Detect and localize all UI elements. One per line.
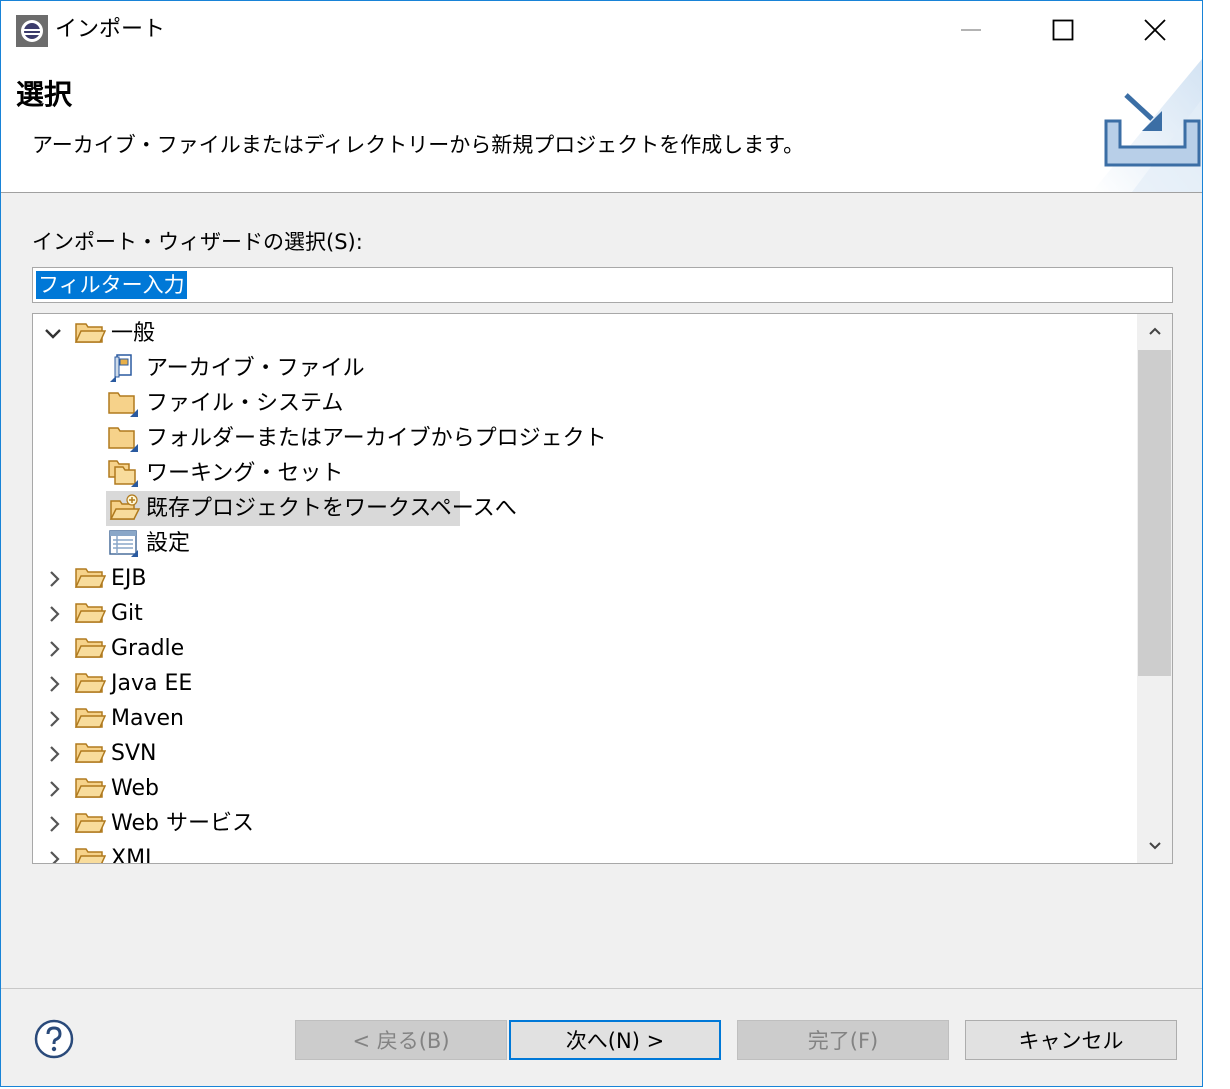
tree-item-java-ee[interactable]: Java EE: [33, 666, 1133, 701]
tree-item-label: ワーキング・セット: [146, 461, 344, 486]
folder-open-icon: [74, 778, 106, 798]
title-bar: インポート: [1, 1, 1202, 59]
help-icon[interactable]: [34, 1019, 74, 1059]
page-description: アーカイブ・ファイルまたはディレクトリーから新規プロジェクトを作成します。: [32, 133, 805, 157]
eclipse-app-icon: [16, 15, 48, 47]
tree-item-label: SVN: [111, 741, 157, 766]
folder-open-icon: [74, 743, 106, 763]
tree-item-label: Maven: [111, 706, 184, 731]
chevron-right-icon[interactable]: [45, 596, 65, 631]
tree-item-label: XML: [111, 846, 158, 864]
folder-icon: [108, 427, 138, 452]
chevron-right-icon[interactable]: [45, 771, 65, 806]
chevron-up-icon: [1148, 327, 1161, 335]
tree-item-gradle[interactable]: Gradle: [33, 631, 1133, 666]
folder-open-icon: [74, 708, 106, 728]
scroll-down-button[interactable]: [1137, 829, 1172, 863]
import-wizard-banner-icon: [1092, 59, 1202, 192]
scrollbar-thumb[interactable]: [1138, 350, 1171, 676]
cancel-button[interactable]: キャンセル: [965, 1020, 1177, 1060]
folder-icon: [108, 392, 138, 417]
tree-item-label: 設定: [146, 531, 191, 556]
tree-item-web-services[interactable]: Web サービス: [33, 806, 1133, 841]
next-button[interactable]: 次へ(N) >: [509, 1020, 721, 1060]
chevron-right-icon[interactable]: [45, 736, 65, 771]
tree-item-svn[interactable]: SVN: [33, 736, 1133, 771]
tree-item-label: Git: [111, 601, 143, 626]
tree-item-label: Web: [111, 776, 159, 801]
folder-open-icon: [74, 603, 106, 623]
wizard-tree[interactable]: 一般 アーカイブ・ファイル ファイル・システム フォルダーまたはアーカイブからプ…: [32, 313, 1173, 864]
page-title: 選択: [16, 78, 73, 111]
chevron-right-icon[interactable]: [45, 666, 65, 701]
chevron-right-icon[interactable]: [45, 841, 65, 863]
tree-item-label: 既存プロジェクトをワークスペースへ: [146, 496, 517, 521]
maximize-button[interactable]: [1017, 1, 1109, 59]
tree-item-ejb[interactable]: EJB: [33, 561, 1133, 596]
chevron-right-icon[interactable]: [45, 806, 65, 841]
maximize-icon: [1052, 19, 1074, 41]
folder-open-icon: [75, 848, 106, 863]
minimize-button[interactable]: [925, 1, 1017, 59]
tree-item-label: 一般: [111, 321, 156, 346]
preferences-icon: [109, 530, 138, 557]
tree-item-general[interactable]: 一般: [33, 316, 1133, 351]
back-button[interactable]: < 戻る(B): [295, 1020, 507, 1060]
tree-item-label: Java EE: [111, 671, 193, 696]
tree-item-existing-projects[interactable]: 既存プロジェクトをワークスペースへ: [33, 491, 1133, 526]
tree-item-label: EJB: [111, 566, 147, 591]
close-button[interactable]: [1109, 1, 1201, 59]
tree-item-web[interactable]: Web: [33, 771, 1133, 806]
chevron-down-icon: [1148, 842, 1161, 850]
finish-button[interactable]: 完了(F): [737, 1020, 949, 1060]
wizard-banner: 選択 アーカイブ・ファイルまたはディレクトリーから新規プロジェクトを作成します。: [1, 59, 1202, 193]
chevron-down-icon[interactable]: [43, 316, 63, 351]
tree-item-label: フォルダーまたはアーカイブからプロジェクト: [146, 426, 607, 451]
tree-scrollbar[interactable]: [1137, 314, 1172, 863]
tree-item-file-system[interactable]: ファイル・システム: [33, 386, 1133, 421]
folder-open-icon: [74, 638, 106, 658]
tree-item-label: Web サービス: [111, 811, 254, 836]
chevron-right-icon[interactable]: [45, 561, 65, 596]
tree-item-git[interactable]: Git: [33, 596, 1133, 631]
tree-item-label: Gradle: [111, 636, 185, 661]
folder-open-icon: [74, 813, 106, 833]
wizard-select-label: インポート・ウィザードの選択(S):: [32, 230, 363, 254]
filter-input[interactable]: フィルター入力: [32, 267, 1173, 303]
tree-item-xml[interactable]: XML: [33, 841, 1133, 864]
chevron-right-icon[interactable]: [45, 631, 65, 666]
button-bar-separator: [1, 988, 1202, 989]
folder-open-icon: [74, 673, 106, 693]
tree-item-maven[interactable]: Maven: [33, 701, 1133, 736]
import-dialog: インポート 選択 アーカイブ・ファイルまたはディレクトリーから新規プロジェクトを…: [0, 0, 1203, 1087]
chevron-right-icon[interactable]: [45, 701, 65, 736]
folder-open-icon: [74, 323, 106, 343]
minimize-icon: [961, 29, 981, 31]
tree-item-preferences[interactable]: 設定: [33, 526, 1133, 561]
tree-item-archive-file[interactable]: アーカイブ・ファイル: [33, 351, 1133, 386]
existing-project-icon: [109, 494, 141, 520]
archive-file-icon: [110, 354, 132, 382]
filter-input-value: フィルター入力: [36, 271, 187, 299]
tree-item-label: ファイル・システム: [146, 391, 344, 416]
tree-item-label: アーカイブ・ファイル: [146, 356, 365, 381]
tree-item-project-from-folder[interactable]: フォルダーまたはアーカイブからプロジェクト: [33, 421, 1133, 456]
scroll-up-button[interactable]: [1137, 314, 1172, 348]
working-set-icon: [108, 460, 138, 487]
tree-item-working-set[interactable]: ワーキング・セット: [33, 456, 1133, 491]
folder-open-icon: [74, 568, 106, 588]
window-title: インポート: [55, 17, 166, 42]
close-icon: [1144, 19, 1166, 41]
